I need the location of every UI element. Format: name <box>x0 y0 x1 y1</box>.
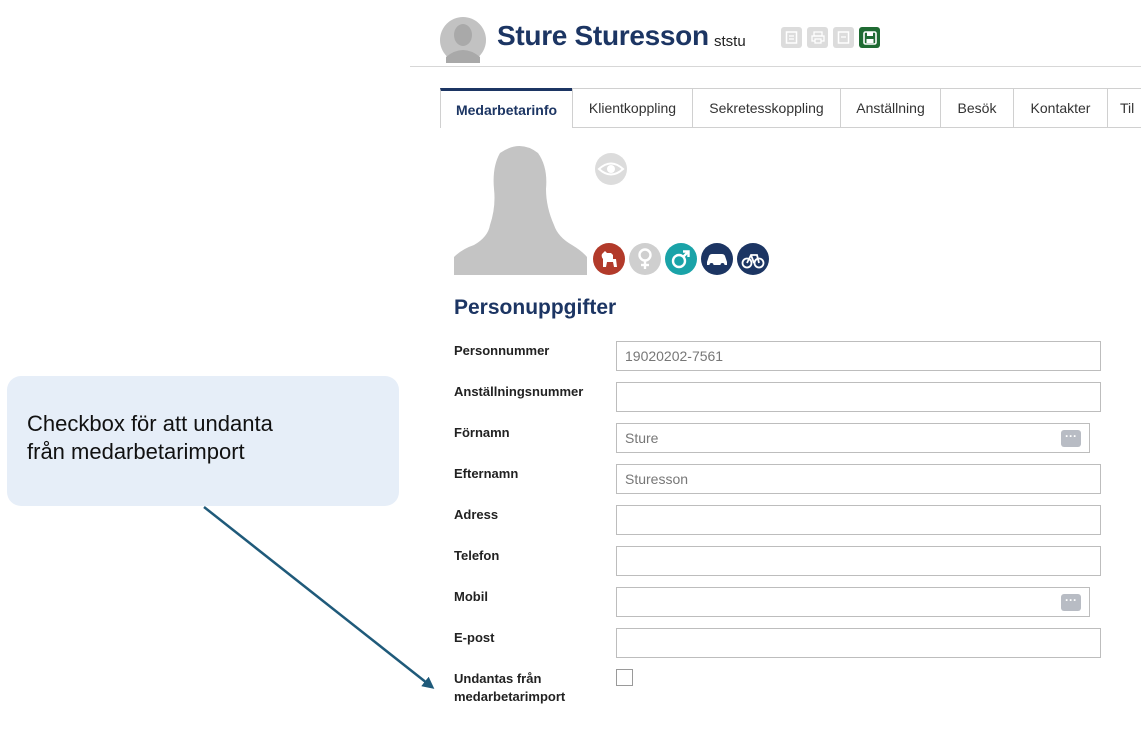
save-button[interactable] <box>859 27 880 48</box>
exclude-import-checkbox[interactable] <box>616 669 633 686</box>
label-undantas-line-2: medarbetarimport <box>454 689 566 704</box>
label-anstallningsnummer: Anställningsnummer <box>454 384 584 399</box>
tab-bar: Medarbetarinfo Klientkoppling Sekretessk… <box>410 88 1141 128</box>
label-personnummer: Personnummer <box>454 343 550 358</box>
tab-besok[interactable]: Besök <box>940 88 1014 127</box>
epost-field[interactable] <box>616 628 1101 658</box>
label-telefon: Telefon <box>454 548 500 563</box>
label-fornamn: Förnamn <box>454 425 510 440</box>
document-icon <box>785 31 798 44</box>
save-icon <box>862 30 877 45</box>
efternamn-value: Sturesson <box>625 471 689 487</box>
personnummer-value: 19020202-7561 <box>625 348 724 364</box>
label-undantas: Undantas från medarbetarimport <box>454 670 565 706</box>
tab-tillbehor[interactable]: Til <box>1107 88 1141 127</box>
tab-klientkoppling[interactable]: Klientkoppling <box>572 88 693 127</box>
copy-document-button[interactable] <box>833 27 854 48</box>
adress-field[interactable] <box>616 505 1101 535</box>
employee-username: ststu <box>714 33 746 50</box>
tab-medarbetarinfo[interactable]: Medarbetarinfo <box>440 88 573 128</box>
personnummer-field[interactable]: 19020202-7561 <box>616 341 1101 371</box>
employee-name: Sture Sturesson <box>497 20 709 51</box>
efternamn-field[interactable]: Sturesson <box>616 464 1101 494</box>
car-icon[interactable] <box>701 243 733 275</box>
female-icon[interactable] <box>629 243 661 275</box>
label-adress: Adress <box>454 507 499 522</box>
callout-line-1: Checkbox för att undanta <box>27 411 273 436</box>
bicycle-icon[interactable] <box>737 243 769 275</box>
document-icon <box>837 31 850 44</box>
document-button[interactable] <box>781 27 802 48</box>
more-options-button[interactable]: ··· <box>1061 594 1081 611</box>
anstallningsnummer-field[interactable] <box>616 382 1101 412</box>
tab-kontakter[interactable]: Kontakter <box>1013 88 1108 127</box>
mobil-field[interactable]: ··· <box>616 587 1090 617</box>
dog-icon[interactable] <box>593 243 625 275</box>
telefon-field[interactable] <box>616 546 1101 576</box>
fornamn-field[interactable]: Sture ··· <box>616 423 1090 453</box>
employee-header: Sture Sturesson ststu <box>410 0 1141 67</box>
eye-icon[interactable] <box>594 152 628 186</box>
label-efternamn: Efternamn <box>454 466 519 481</box>
tab-sekretesskoppling[interactable]: Sekretesskoppling <box>692 88 841 127</box>
more-options-button[interactable]: ··· <box>1061 430 1081 447</box>
annotation-callout: Checkbox för att undanta från medarbetar… <box>7 376 399 506</box>
label-mobil: Mobil <box>454 589 488 604</box>
section-title-personuppgifter: Personuppgifter <box>454 296 617 319</box>
label-epost: E-post <box>454 630 495 645</box>
print-icon <box>810 31 825 44</box>
fornamn-value: Sture <box>625 430 659 446</box>
callout-line-2: från medarbetarimport <box>27 439 245 464</box>
employee-panel: Sture Sturesson ststu Medarbetarinfo Kli… <box>410 0 1141 729</box>
tab-anstallning[interactable]: Anställning <box>840 88 941 127</box>
avatar-icon <box>440 17 486 63</box>
print-button[interactable] <box>807 27 828 48</box>
profile-photo <box>454 146 587 275</box>
label-undantas-line-1: Undantas från <box>454 671 542 686</box>
male-icon[interactable] <box>665 243 697 275</box>
